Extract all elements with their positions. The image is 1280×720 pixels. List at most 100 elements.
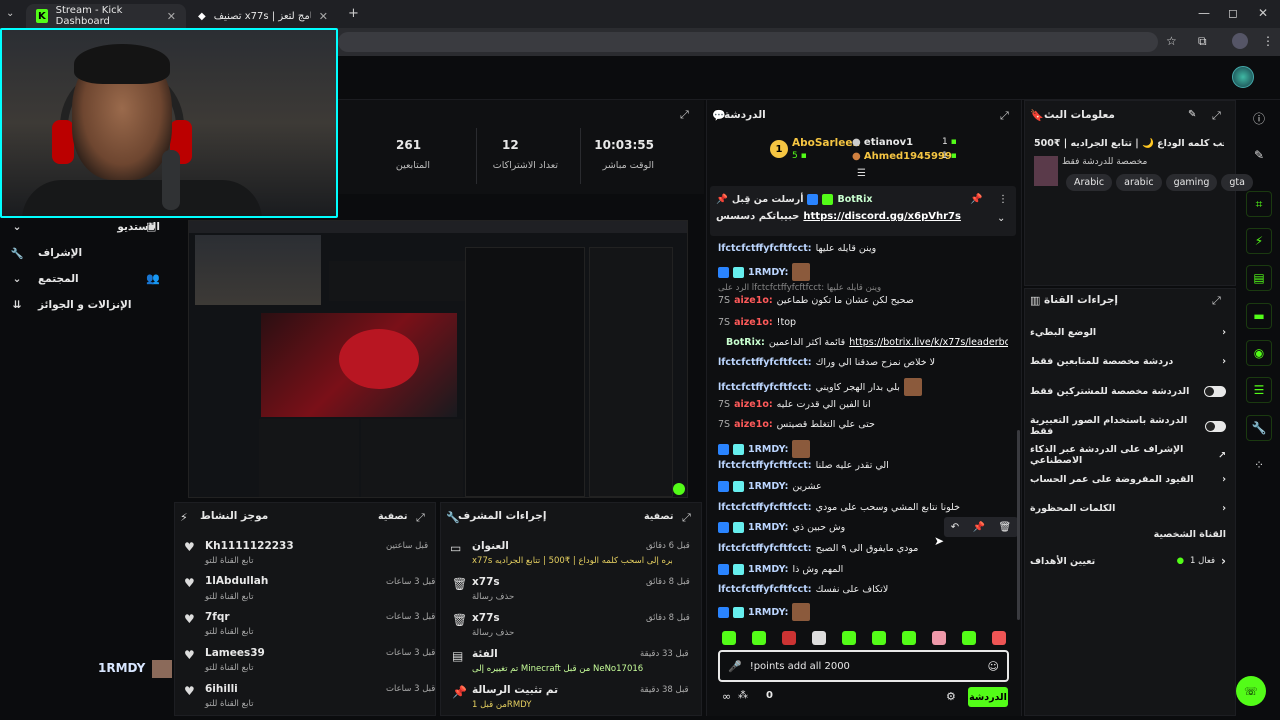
extensions-icon[interactable]: ⧉ bbox=[1198, 34, 1207, 49]
microphone-icon[interactable]: 🎤 bbox=[728, 660, 742, 673]
chat-input[interactable]: 🎤 !points add all 2000 ☺ bbox=[718, 650, 1009, 682]
collapse-leaderboard-icon[interactable]: ☰ bbox=[857, 168, 866, 179]
banned-words-row[interactable]: الكلمات المحظورة › bbox=[1030, 503, 1226, 514]
emote[interactable] bbox=[932, 631, 946, 645]
emote[interactable] bbox=[962, 631, 976, 645]
tab-x77s[interactable]: ◆ تصنيف x77s | أفضل برنامج لتعز... ✕ bbox=[188, 4, 338, 28]
tag[interactable]: gta bbox=[1221, 174, 1253, 191]
followers-only-row[interactable]: دردشة مخصصة للمتابعين فقط › bbox=[1030, 356, 1226, 367]
expand-icon[interactable]: ⤢ bbox=[1000, 109, 1009, 123]
edit-icon[interactable]: ✎ bbox=[1188, 109, 1196, 120]
profile-avatar[interactable] bbox=[1232, 33, 1248, 49]
chat-message[interactable]: 1RMDY: المهم وش ذا bbox=[718, 564, 1008, 575]
close-tab-icon[interactable]: ✕ bbox=[319, 10, 328, 23]
reply-icon[interactable]: ↶ bbox=[951, 522, 959, 533]
document-icon[interactable]: ▤ bbox=[1246, 265, 1272, 291]
close-tab-icon[interactable]: ✕ bbox=[167, 10, 176, 23]
user-avatar[interactable] bbox=[1232, 66, 1254, 88]
new-tab-button[interactable]: + bbox=[348, 6, 359, 21]
tag[interactable]: gaming bbox=[1165, 174, 1218, 191]
account-age-row[interactable]: القيود المفروضة على عمر الحساب › bbox=[1030, 474, 1226, 485]
chat-message[interactable]: 1RMDY: وش حبين ذي bbox=[718, 522, 938, 533]
emote[interactable] bbox=[902, 631, 916, 645]
chat-scrollbar[interactable] bbox=[1017, 430, 1020, 620]
nav-community[interactable]: ⌄ المجتمع bbox=[10, 268, 160, 290]
leaderboard-link[interactable]: https://botrix.live/k/x77s/leaderboard bbox=[849, 337, 1008, 348]
wrench-icon[interactable]: 🔧 bbox=[1246, 415, 1272, 441]
close-window-button[interactable]: ✕ bbox=[1258, 6, 1268, 20]
ai-moderation-row[interactable]: الإشراف على الدردشة عبر الذكاء الاصطناعي… bbox=[1030, 444, 1226, 466]
tag[interactable]: Arabic bbox=[1066, 174, 1113, 191]
tab-kick-dashboard[interactable]: K Stream - Kick Dashboard ✕ bbox=[26, 4, 186, 28]
chat-settings-icon[interactable]: ⚙ bbox=[946, 690, 956, 703]
chat-message[interactable]: 7S aize1o: حتى علي التغلط قصيتس bbox=[718, 419, 1008, 430]
filter-button[interactable]: تصفية bbox=[378, 511, 407, 522]
chat-message[interactable]: 1RMDY: عشرين bbox=[718, 481, 1008, 492]
chat-message[interactable]: lfctcfctffyfcftfcct: مودي مايفوق الى ٩ ال… bbox=[718, 543, 1008, 554]
lightning-icon[interactable]: ⚡ bbox=[1246, 228, 1272, 254]
nav-drops[interactable]: ⇊ الإنزالات و الجوائز bbox=[10, 294, 160, 316]
emote[interactable] bbox=[782, 631, 796, 645]
bookmark-star-icon[interactable]: ☆ bbox=[1166, 34, 1177, 48]
tag[interactable]: arabic bbox=[1116, 174, 1162, 191]
chat-message[interactable]: BotRix: قائمة أكثر الداعمين https://botrix… bbox=[718, 337, 1008, 348]
chat-icon[interactable]: ▬ bbox=[1246, 303, 1272, 329]
nav-moderation[interactable]: 🔧 الإشراف bbox=[10, 242, 160, 264]
info-icon[interactable]: ⓘ bbox=[1246, 105, 1272, 131]
chat-message[interactable]: lfctcfctffyfcftfcct: خلونا نتابع المشي وس… bbox=[718, 502, 1008, 513]
stream-preview[interactable] bbox=[188, 220, 688, 498]
unpin-icon[interactable]: 📌 bbox=[970, 194, 982, 205]
filter-button[interactable]: تصفية bbox=[644, 511, 673, 522]
expand-icon[interactable]: ⤢ bbox=[1212, 109, 1221, 123]
shapes-icon[interactable]: ⁘ bbox=[1246, 452, 1272, 478]
minimize-button[interactable]: — bbox=[1198, 6, 1210, 20]
chat-message[interactable]: 1RMDY: bbox=[718, 440, 1008, 458]
chat-message[interactable]: lfctcfctffyfcftfcct: وينن قايله عليها bbox=[718, 243, 1008, 254]
slow-mode-row[interactable]: الوضع البطيء › bbox=[1030, 327, 1226, 338]
address-input[interactable] bbox=[338, 32, 1158, 52]
subscribers-only-row[interactable]: الدردشة مخصصة للمشتركين فقط bbox=[1030, 386, 1226, 397]
emote[interactable] bbox=[992, 631, 1006, 645]
chat-message[interactable]: lfctcfctffyfcftfcct: الي تقدر عليه صلنا bbox=[718, 460, 1008, 471]
chat-message[interactable]: lfctcfctffyfcftfcct: لاتكاف على نفسك bbox=[718, 584, 1008, 595]
pin-icon[interactable]: 📌 bbox=[973, 522, 985, 533]
emote-only-toggle[interactable] bbox=[1205, 420, 1226, 432]
personal-channel-row[interactable]: القناة الشخصية bbox=[1030, 529, 1226, 540]
emote[interactable] bbox=[872, 631, 886, 645]
maximize-button[interactable]: ◻ bbox=[1228, 6, 1238, 20]
nav-studio[interactable]: ⌄ الاستديو bbox=[10, 216, 160, 238]
clip-icon[interactable]: ⌗ bbox=[1246, 191, 1272, 217]
chat-message[interactable]: 1RMDY: bbox=[718, 263, 1008, 281]
emote[interactable] bbox=[842, 631, 856, 645]
stack-icon[interactable]: ☰ bbox=[1246, 377, 1272, 403]
chevron-down-icon[interactable]: ⌄ bbox=[997, 213, 1005, 224]
chat-message[interactable]: 7S aize1o: !top bbox=[718, 317, 1008, 328]
wrench-icon: 🔧 bbox=[446, 511, 460, 524]
link-icon[interactable]: ∞ bbox=[722, 690, 731, 703]
expand-icon[interactable]: ⤢ bbox=[1212, 294, 1221, 308]
pinned-link[interactable]: https://discord.gg/x6pVhr7s bbox=[803, 211, 961, 222]
expand-icon[interactable]: ⤢ bbox=[682, 511, 691, 525]
expand-icon[interactable]: ⤢ bbox=[680, 108, 689, 122]
chat-message[interactable]: 1RMDY: bbox=[718, 603, 1008, 621]
emote-only-row[interactable]: الدردشة باستخدام الصور التعبيرية فقط bbox=[1030, 415, 1226, 437]
broadcast-icon[interactable]: ◉ bbox=[1246, 340, 1272, 366]
chat-message[interactable]: 7S aize1o: انا الفين الي قدرت عليه bbox=[718, 399, 1008, 410]
chat-message[interactable]: lfctcfctffyfcftfcct: بلي بدار الهجر كاوين… bbox=[718, 378, 1008, 396]
emote[interactable] bbox=[752, 631, 766, 645]
pencil-icon[interactable]: ✎ bbox=[1246, 142, 1272, 168]
browser-menu-icon[interactable]: ⋮ bbox=[1262, 34, 1274, 48]
set-goals-row[interactable]: تعيين الأهداف ● فعال 1 › bbox=[1030, 554, 1226, 568]
send-chat-button[interactable]: الدردشة bbox=[968, 687, 1008, 707]
emoji-picker-icon[interactable]: ☺ bbox=[988, 660, 999, 673]
chat-message[interactable]: 7S aize1o: صحيح لكن عشان ما تكون طماعين bbox=[718, 295, 1008, 306]
subscribers-only-toggle[interactable] bbox=[1204, 386, 1226, 397]
emote[interactable] bbox=[812, 631, 826, 645]
help-chat-icon[interactable]: ☏ bbox=[1236, 676, 1266, 706]
more-options-icon[interactable]: ⋮ bbox=[998, 194, 1008, 205]
emote[interactable] bbox=[722, 631, 736, 645]
chat-message[interactable]: lfctcfctffyfcftfcct: لا خلاص نمزح صدقنا ا… bbox=[718, 357, 1008, 368]
delete-icon[interactable]: 🗑 bbox=[999, 522, 1012, 533]
tab-search-icon[interactable]: ⌄ bbox=[6, 8, 14, 19]
expand-icon[interactable]: ⤢ bbox=[416, 511, 425, 525]
